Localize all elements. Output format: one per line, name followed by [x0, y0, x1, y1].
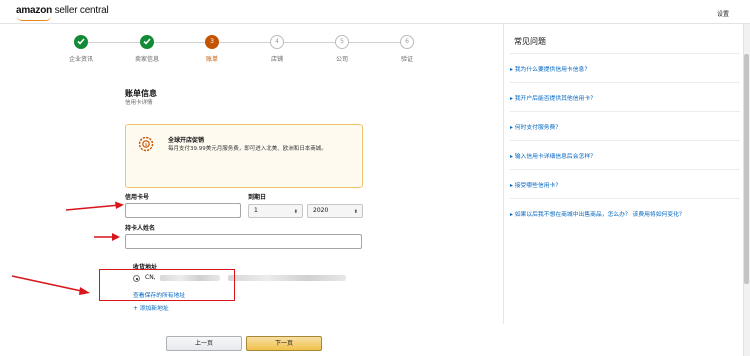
step-2-label: 卖家信息 [134, 56, 159, 63]
faq-item[interactable]: ▸ 何时支付服务费？ [510, 111, 740, 140]
amazon-smile-icon [17, 16, 51, 21]
step-1-complete-icon [74, 35, 88, 49]
step-6-label: 验证 [400, 56, 413, 63]
faq-item[interactable]: ▸ 输入信用卡详细信息后会怎样？ [510, 140, 740, 169]
cardholder-name-label: 持卡人姓名 [125, 225, 156, 232]
red-arrow-icon [11, 275, 90, 295]
previous-page-button[interactable]: 上一页 [166, 336, 242, 351]
faq-title: 常见问题 [514, 37, 546, 46]
promo-title: 全球开店促销 [168, 137, 205, 144]
billing-subtitle: 信用卡详情 [125, 100, 153, 106]
next-page-button[interactable]: 下一页 [246, 336, 322, 351]
faq-panel: 常见问题 ▸ 我为什么要提供信用卡信息？ ▸ 我开户后能否提供其他信用卡？ ▸ … [503, 24, 743, 324]
settings-link[interactable]: 设置 [717, 9, 729, 18]
step-4-label: 店铺 [270, 56, 283, 63]
select-chevron-icon: ⬍ [353, 209, 358, 215]
step-5-label: 公司 [335, 56, 348, 63]
cardholder-name-input[interactable] [125, 234, 362, 249]
expiry-label: 到期日 [248, 194, 267, 201]
amazon-seller-central-logo[interactable]: amazon seller central [16, 5, 109, 21]
faq-item[interactable]: ▸ 如果以后我不想在商城中出售商品，怎么办？ 该费用将如何变化？ [510, 198, 740, 227]
expiry-month-select[interactable]: 1 ⬍ [248, 204, 303, 218]
expiry-year-select[interactable]: 2020 ⬍ [307, 204, 363, 218]
registration-main: 企业资讯 卖家信息 3 账单 4 店铺 5 公司 6 验证 账单信息 信用卡详情… [0, 24, 502, 356]
month-value: 1 [254, 207, 258, 214]
scrollbar-thumb[interactable] [744, 54, 749, 284]
top-bar: amazon seller central 设置 [0, 0, 750, 24]
select-chevron-icon: ⬍ [293, 209, 298, 215]
logo-light-text: seller central [52, 5, 109, 16]
faq-item[interactable]: ▸ 接受哪些信用卡？ [510, 169, 740, 198]
step-3-current: 3 [205, 35, 219, 49]
step-5: 5 [335, 35, 349, 49]
red-arrow-icon [94, 233, 120, 241]
vertical-scrollbar[interactable] [743, 24, 750, 356]
step-6: 6 [400, 35, 414, 49]
add-new-address-link[interactable]: + 添加新地址 [133, 303, 169, 312]
red-annotation-box [99, 269, 235, 301]
promo-text: 每月支付39.99美元月服务费，即可进入北美、欧洲和日本商城。 [168, 146, 327, 152]
promo-banner: $ 全球开店促销 每月支付39.99美元月服务费，即可进入北美、欧洲和日本商城。 [125, 124, 363, 188]
faq-item[interactable]: ▸ 我为什么要提供信用卡信息？ [510, 53, 740, 82]
faq-item[interactable]: ▸ 我开户后能否提供其他信用卡？ [510, 82, 740, 111]
card-number-label: 信用卡号 [125, 194, 150, 201]
card-number-input[interactable] [125, 203, 241, 218]
year-value: 2020 [313, 207, 329, 214]
step-4: 4 [270, 35, 284, 49]
progress-track [88, 42, 406, 43]
redacted-address [228, 275, 346, 281]
red-arrow-icon [65, 201, 124, 211]
step-1-label: 企业资讯 [68, 56, 93, 63]
step-3-label: 账单 [205, 56, 218, 63]
svg-text:$: $ [145, 142, 148, 148]
logo-bold-text: amazon [16, 5, 53, 16]
step-2-complete-icon [140, 35, 154, 49]
gear-badge-icon: $ [138, 136, 154, 152]
